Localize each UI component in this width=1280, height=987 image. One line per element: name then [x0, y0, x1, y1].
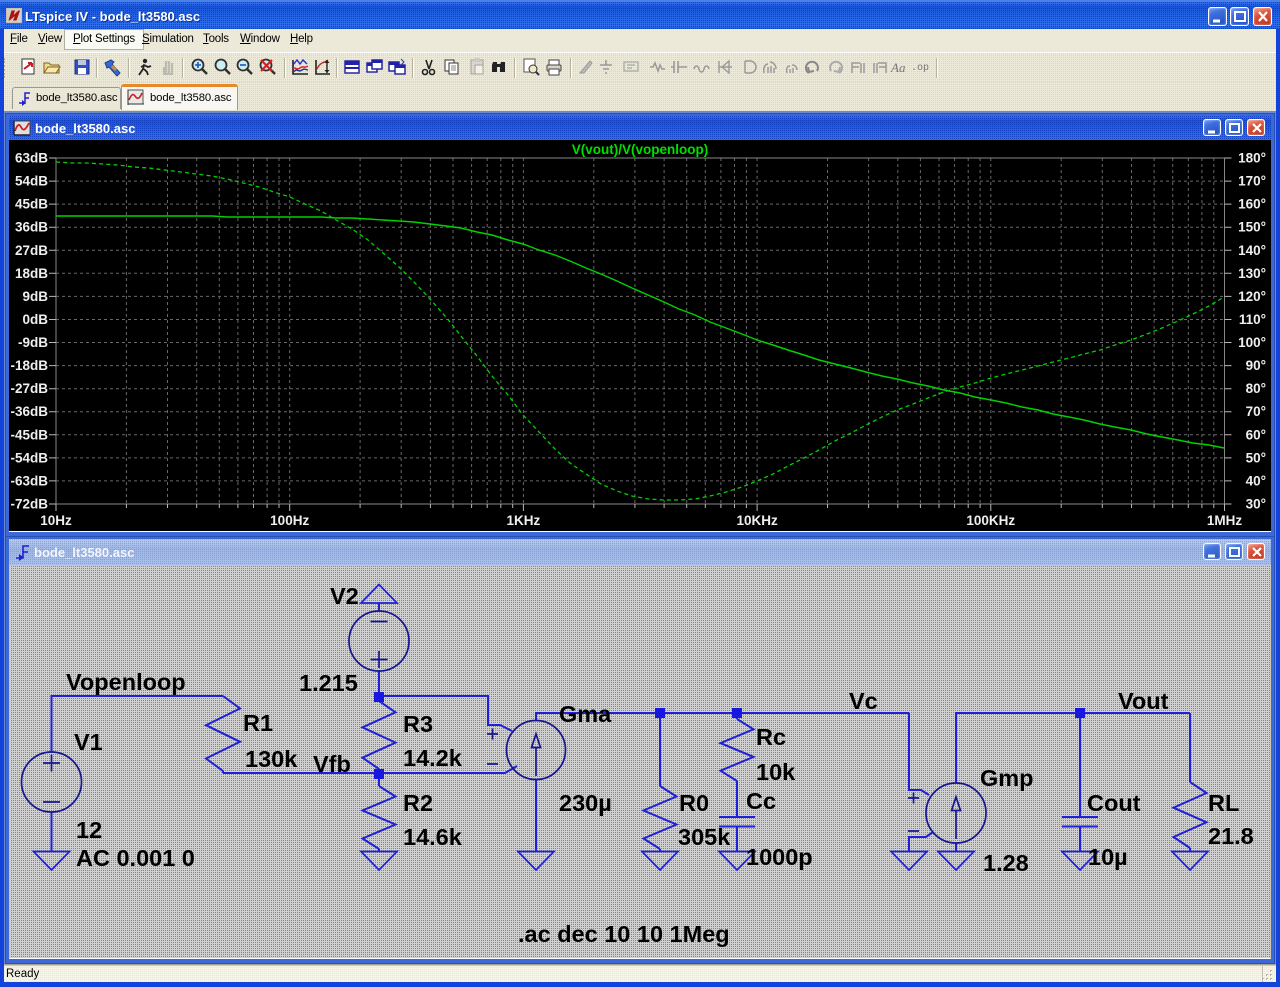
- svg-text:14.6k: 14.6k: [403, 824, 463, 850]
- svg-text:14.2k: 14.2k: [403, 745, 463, 771]
- svg-text:R2: R2: [403, 790, 433, 816]
- svg-text:12: 12: [76, 817, 102, 843]
- svg-text:V1: V1: [74, 729, 103, 755]
- svg-text:Cc: Cc: [746, 788, 776, 814]
- svg-text:Cout: Cout: [1087, 790, 1141, 816]
- svg-text:Vopenloop: Vopenloop: [66, 669, 186, 695]
- svg-text:230µ: 230µ: [559, 790, 612, 816]
- svg-text:V2: V2: [330, 583, 359, 609]
- svg-text:.ac dec 10 10 1Meg: .ac dec 10 10 1Meg: [518, 921, 730, 947]
- svg-text:Gmp: Gmp: [980, 765, 1034, 791]
- svg-text:Vfb: Vfb: [313, 751, 351, 777]
- svg-text:10µ: 10µ: [1088, 844, 1128, 870]
- svg-text:21.8: 21.8: [1208, 823, 1254, 849]
- svg-text:10k: 10k: [756, 759, 796, 785]
- svg-text:305k: 305k: [678, 824, 731, 850]
- svg-text:Rc: Rc: [756, 724, 786, 750]
- svg-text:1.28: 1.28: [983, 850, 1029, 876]
- svg-text:1000p: 1000p: [746, 844, 813, 870]
- svg-text:AC 0.001 0: AC 0.001 0: [76, 845, 195, 871]
- svg-text:R3: R3: [403, 711, 433, 737]
- svg-text:R1: R1: [243, 710, 273, 736]
- svg-text:130k: 130k: [245, 746, 298, 772]
- svg-text:Gma: Gma: [559, 701, 612, 727]
- svg-text:RL: RL: [1208, 790, 1239, 816]
- svg-text:Vc: Vc: [849, 688, 878, 714]
- svg-text:R0: R0: [679, 790, 709, 816]
- svg-text:1.215: 1.215: [299, 670, 358, 696]
- svg-text:Vout: Vout: [1118, 688, 1169, 714]
